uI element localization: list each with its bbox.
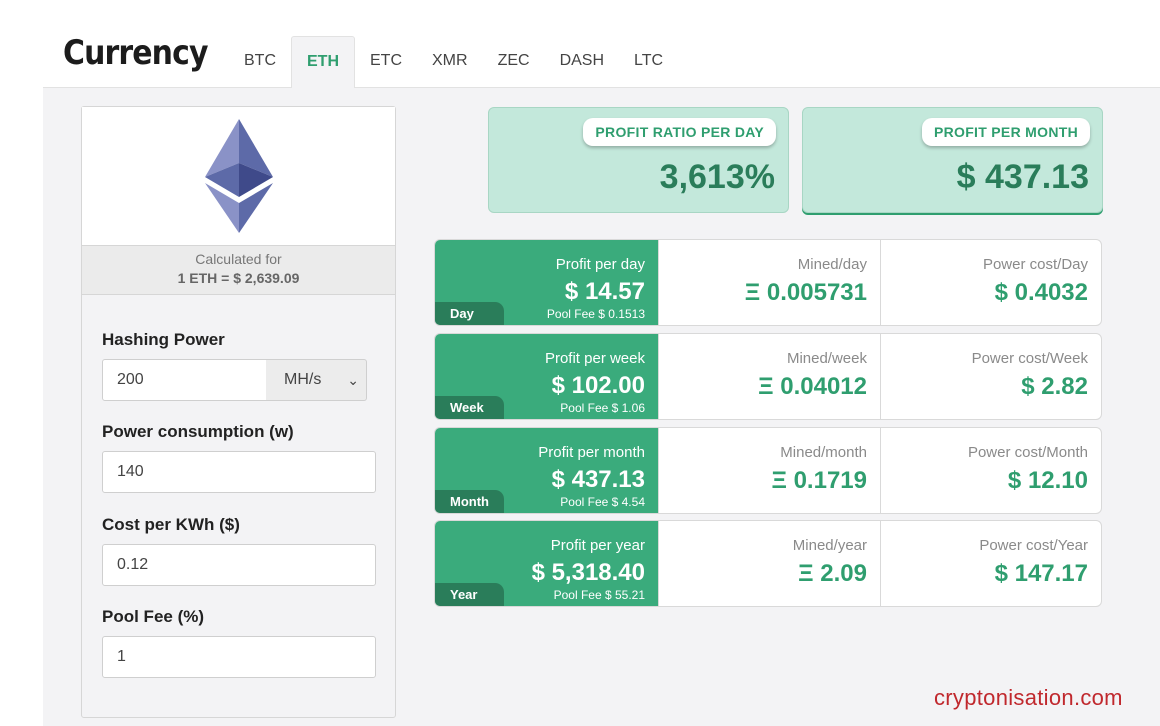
profit-value: $ 14.57 [564,278,645,305]
profit-value: $ 437.13 [551,466,645,493]
power-cost-value: $ 12.10 [1007,467,1088,494]
exchange-rate-box: Calculated for 1 ETH = $ 2,639.09 [82,246,395,295]
ethereum-icon [204,119,273,233]
power-cost-label: Power cost/Year [979,537,1088,554]
mined-cell: Mined/week Ξ 0.04012 [658,334,880,419]
hashing-unit-select[interactable]: MH/s ⌄ [266,359,367,401]
period-row-week: Profit per week $ 102.00 Pool Fee $ 1.06… [434,333,1102,420]
power-cost-label: Power cost/Month [967,444,1088,461]
chevron-down-icon: ⌄ [347,372,359,388]
page-title: Currency [63,33,208,73]
power-consumption-label: Power consumption (w) [102,422,294,441]
tab-ltc[interactable]: LTC [619,36,678,88]
profit-cell: Profit per year $ 5,318.40 Pool Fee $ 55… [435,521,658,606]
tab-zec[interactable]: ZEC [483,36,545,88]
mined-label: Mined/week [786,350,867,367]
profit-label: Profit per year [550,537,645,554]
hashing-power-label: Hashing Power [102,330,225,349]
power-cost-cell: Power cost/Year $ 147.17 [880,521,1101,606]
mined-label: Mined/month [780,444,867,461]
power-cost-label: Power cost/Week [971,350,1088,367]
period-row-month: Profit per month $ 437.13 Pool Fee $ 4.5… [434,427,1102,514]
pool-fee-label: Pool Fee (%) [102,607,205,626]
calculated-for-label: Calculated for [195,251,282,267]
power-cost-value: $ 0.4032 [994,279,1088,306]
power-cost-cell: Power cost/Week $ 2.82 [880,334,1101,419]
exchange-rate-value: 1 ETH = $ 2,639.09 [177,270,300,286]
calculator-panel: Calculated for 1 ETH = $ 2,639.09 Hashin… [81,106,396,718]
tab-dash[interactable]: DASH [545,36,619,88]
pool-fee-value: Pool Fee $ 0.1513 [546,307,645,321]
period-tag: Day [435,302,504,325]
period-tag: Week [435,396,504,419]
profit-month-label: PROFIT PER MONTH [921,118,1090,146]
tab-etc[interactable]: ETC [355,36,417,88]
pool-fee-value: Pool Fee $ 1.06 [560,401,645,415]
mined-cell: Mined/month Ξ 0.1719 [658,428,880,513]
power-cost-label: Power cost/Day [982,256,1088,273]
cost-per-kwh-label: Cost per KWh ($) [102,515,240,534]
profit-ratio-card: PROFIT RATIO PER DAY 3,613% [488,107,789,213]
power-consumption-input[interactable]: 140 [102,451,376,493]
profit-value: $ 5,318.40 [531,559,645,586]
tab-btc[interactable]: BTC [229,36,291,88]
hashing-power-input[interactable]: 200 [102,359,267,401]
period-row-year: Profit per year $ 5,318.40 Pool Fee $ 55… [434,520,1102,607]
mined-value: Ξ 0.04012 [758,373,867,400]
profit-label: Profit per day [555,256,645,273]
power-cost-cell: Power cost/Month $ 12.10 [880,428,1101,513]
period-row-day: Profit per day $ 14.57 Pool Fee $ 0.1513… [434,239,1102,326]
pool-fee-value: Pool Fee $ 4.54 [560,495,645,509]
mined-label: Mined/year [792,537,867,554]
mined-cell: Mined/year Ξ 2.09 [658,521,880,606]
profit-month-card: PROFIT PER MONTH $ 437.13 [802,107,1103,213]
profit-cell: Profit per day $ 14.57 Pool Fee $ 0.1513… [435,240,658,325]
power-cost-value: $ 147.17 [994,560,1088,587]
profit-label: Profit per week [544,350,645,367]
hashing-unit-value: MH/s [284,371,322,388]
profit-cell: Profit per month $ 437.13 Pool Fee $ 4.5… [435,428,658,513]
power-cost-value: $ 2.82 [1021,373,1088,400]
tab-eth[interactable]: ETH [291,36,355,88]
profit-month-value: $ 437.13 [956,158,1089,196]
power-cost-cell: Power cost/Day $ 0.4032 [880,240,1101,325]
period-tag: Month [435,490,504,513]
mined-label: Mined/day [797,256,867,273]
cost-per-kwh-input[interactable]: 0.12 [102,544,376,586]
currency-tabs: BTC ETH ETC XMR ZEC DASH LTC [229,36,678,88]
profit-ratio-value: 3,613% [659,158,775,196]
mined-value: Ξ 0.005731 [744,279,867,306]
period-tag: Year [435,583,504,606]
mined-value: Ξ 0.1719 [771,467,867,494]
mined-value: Ξ 2.09 [798,560,867,587]
pool-fee-input[interactable]: 1 [102,636,376,678]
profit-value: $ 102.00 [551,372,645,399]
profit-label: Profit per month [538,444,645,461]
profit-ratio-label: PROFIT RATIO PER DAY [583,118,776,146]
mined-cell: Mined/day Ξ 0.005731 [658,240,880,325]
pool-fee-value: Pool Fee $ 55.21 [553,588,645,602]
coin-logo-box [82,107,395,246]
tab-xmr[interactable]: XMR [417,36,483,88]
profit-cell: Profit per week $ 102.00 Pool Fee $ 1.06… [435,334,658,419]
watermark-text: cryptonisation.com [934,685,1123,710]
